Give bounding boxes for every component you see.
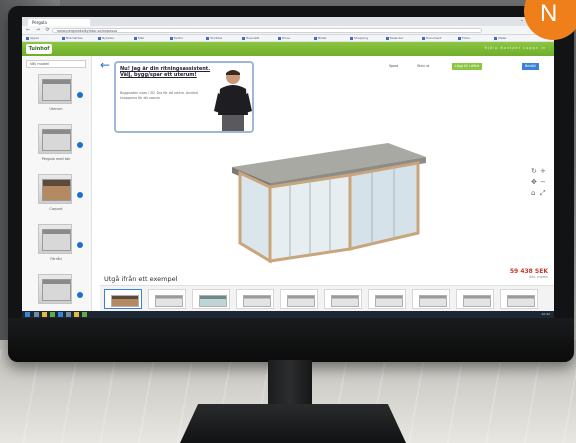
app-icon[interactable] (74, 312, 79, 317)
mail-icon[interactable] (58, 312, 63, 317)
brand-logo[interactable]: Tuinhof (26, 44, 52, 54)
zoom-in-icon[interactable]: + (540, 167, 546, 175)
bookmark-item[interactable]: YouTube (206, 36, 240, 41)
rotate-icon[interactable]: ↻ (531, 167, 537, 175)
bookmark-item[interactable]: Dokument (422, 36, 456, 41)
folder-icon[interactable] (42, 312, 47, 317)
search-icon[interactable] (34, 312, 39, 317)
bookmark-item[interactable]: Kartor (170, 36, 204, 41)
save-button[interactable]: Spara (386, 63, 401, 70)
app-icon[interactable] (82, 312, 87, 317)
info-dot-icon[interactable] (77, 242, 83, 248)
bookmark-item[interactable]: Bilder (314, 36, 348, 41)
info-dot-icon[interactable] (77, 142, 83, 148)
assistant-body: Byggnaden visas i 3D. Dra för att rotera… (120, 91, 198, 100)
bookmark-item[interactable]: Nyheter (98, 36, 132, 41)
zoom-controls[interactable]: ↻ + ✥ − ⌂ ⤢ (529, 165, 551, 199)
assistant-title[interactable]: Nu! Jag är din ritningsassistent. Välj, … (120, 66, 212, 78)
model-thumbnail (38, 274, 72, 304)
pan-icon[interactable]: ✥ (531, 178, 537, 186)
monitor-stand (180, 404, 406, 443)
bookmark-item[interactable]: Mail (134, 36, 168, 41)
bookmark-item[interactable]: Bokmärken (62, 36, 96, 41)
sidebar-item-carport[interactable]: Carport (28, 174, 88, 222)
sidebar-item-pergola[interactable]: Pergola med tak (28, 124, 88, 172)
bookmark-item[interactable]: Drive (278, 36, 312, 41)
model-thumbnail (38, 174, 72, 204)
example-item[interactable] (324, 289, 362, 309)
app-icon[interactable] (66, 312, 71, 317)
sidebar-item-uterum[interactable]: Uterum (28, 74, 88, 122)
total-price: 59 438 SEK (509, 268, 548, 275)
nav-buttons-icon[interactable]: ← → ⟳ (26, 27, 52, 33)
app-header: Tuinhof Hjälp Kontakt Logga in (22, 42, 554, 56)
zoom-out-icon[interactable]: − (540, 178, 546, 186)
example-item[interactable] (368, 289, 406, 309)
sidebar-item-label: Carport (49, 207, 63, 211)
example-item[interactable] (500, 289, 538, 309)
screen: Pergola – ☐ ✕ ← → ⟳ www.pergolakalkylato… (22, 17, 554, 318)
address-bar-row: ← → ⟳ www.pergolakalkylator.se/anpassa (22, 26, 554, 35)
examples-strip (100, 285, 554, 311)
corner-badge-letter: N (540, 0, 558, 27)
sidebar-item-label: Uterum (49, 107, 63, 111)
info-dot-icon[interactable] (77, 292, 83, 298)
browser-tab[interactable]: Pergola (28, 19, 90, 26)
price-display: 59 438 SEK inkl. moms (496, 268, 548, 279)
info-dot-icon[interactable] (77, 192, 83, 198)
3d-model-viewport[interactable] (218, 121, 442, 269)
example-item[interactable] (280, 289, 318, 309)
reset-icon[interactable]: ⌂ (531, 189, 535, 197)
example-item[interactable] (236, 289, 274, 309)
sidebar-item-forrad[interactable]: Förråd (28, 224, 88, 272)
model-thumbnail (38, 74, 72, 104)
bookmarks-bar: Appar Bokmärken Nyheter Mail Kartor YouT… (22, 35, 554, 42)
os-taskbar: 10:42 (22, 311, 554, 318)
bookmark-item[interactable]: Shopping (350, 36, 384, 41)
example-item[interactable] (192, 289, 230, 309)
example-item[interactable] (148, 289, 186, 309)
order-button[interactable]: Beställ (522, 63, 539, 70)
taskbar-clock[interactable]: 10:42 (541, 312, 550, 316)
examples-heading: Utgå ifrån ett exempel (104, 275, 178, 283)
back-arrow-icon[interactable]: ← (100, 59, 110, 71)
bookmark-item[interactable]: Kalender (386, 36, 420, 41)
model-thumbnail (38, 124, 72, 154)
glass-side (348, 161, 420, 251)
model-select[interactable]: Välj modell (26, 60, 86, 68)
browser-tab-bar: Pergola – ☐ ✕ (22, 17, 554, 26)
example-item[interactable] (412, 289, 450, 309)
bookmark-item[interactable]: Foton (458, 36, 492, 41)
start-icon[interactable] (25, 312, 30, 317)
price-note: inkl. moms (528, 275, 548, 279)
example-item[interactable] (104, 289, 142, 309)
sidebar-item-label: Pergola med tak (41, 157, 71, 161)
model-thumbnail (38, 224, 72, 254)
header-links[interactable]: Hjälp Kontakt Logga in (485, 46, 547, 50)
add-to-quote-button[interactable]: Lägg till i offert (452, 63, 483, 70)
model-sidebar: Välj modell Uterum Pergola med tak Carpo… (22, 56, 92, 318)
example-item[interactable] (456, 289, 494, 309)
address-field[interactable]: www.pergolakalkylator.se/anpassa (52, 28, 482, 33)
fit-icon[interactable]: ⤢ (540, 189, 546, 197)
sidebar-item-label: Förråd (50, 257, 62, 261)
glass-front-left (238, 170, 272, 264)
bookmark-item[interactable]: Väder (494, 36, 528, 41)
bookmark-item[interactable]: Appar (26, 36, 60, 41)
info-dot-icon[interactable] (77, 92, 83, 98)
bookmark-item[interactable]: Översätt (242, 36, 276, 41)
print-button[interactable]: Skriv ut (414, 63, 432, 70)
chrome-icon[interactable] (50, 312, 55, 317)
monitor-chin (8, 318, 574, 362)
